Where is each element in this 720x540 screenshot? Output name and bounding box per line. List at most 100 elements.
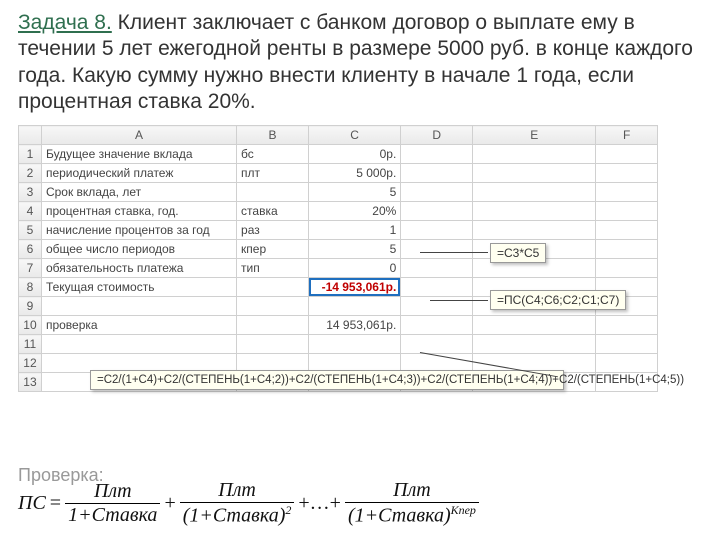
- cell-C11[interactable]: [308, 335, 400, 354]
- row-header[interactable]: 10: [19, 316, 42, 335]
- col-header-A[interactable]: A: [41, 126, 236, 145]
- formula-termN: Плт (1+Ставка)Кпер: [345, 479, 479, 528]
- cell-D4[interactable]: [401, 202, 473, 221]
- cell-D10[interactable]: [401, 316, 473, 335]
- cell-A3[interactable]: Срок вклада, лет: [41, 183, 236, 202]
- cell-C3[interactable]: 5: [308, 183, 400, 202]
- cell-D11[interactable]: [401, 335, 473, 354]
- cell-F2[interactable]: [596, 164, 658, 183]
- cell-A1[interactable]: Будущее значение вклада: [41, 145, 236, 164]
- formula-term1: Плт 1+Ставка: [65, 480, 160, 527]
- cell-B8[interactable]: [237, 278, 309, 297]
- cell-A11[interactable]: [41, 335, 236, 354]
- col-header-F[interactable]: F: [596, 126, 658, 145]
- row-header[interactable]: 5: [19, 221, 42, 240]
- cell-B10[interactable]: [237, 316, 309, 335]
- cell-B7[interactable]: тип: [237, 259, 309, 278]
- formula-lhs: ПС: [18, 492, 46, 515]
- row-header[interactable]: 7: [19, 259, 42, 278]
- table-row: 10проверка 14 953,061р.: [19, 316, 658, 335]
- cell-C1[interactable]: 0р.: [308, 145, 400, 164]
- spreadsheet: A B C D E F 1Будущее значение вкладабс0р…: [18, 125, 658, 392]
- cell-C6[interactable]: 5: [308, 240, 400, 259]
- table-row: 7обязательность платежатип0: [19, 259, 658, 278]
- cell-A5[interactable]: начисление процентов за год: [41, 221, 236, 240]
- cell-F11[interactable]: [596, 335, 658, 354]
- excel-grid[interactable]: A B C D E F 1Будущее значение вкладабс0р…: [18, 125, 658, 392]
- table-row: 5начисление процентов за годраз1: [19, 221, 658, 240]
- cell-F1[interactable]: [596, 145, 658, 164]
- row-header[interactable]: 8: [19, 278, 42, 297]
- table-row: 2периодический платежплт5 000р.: [19, 164, 658, 183]
- cell-C2[interactable]: 5 000р.: [308, 164, 400, 183]
- cell-E11[interactable]: [473, 335, 596, 354]
- cell-C7[interactable]: 0: [308, 259, 400, 278]
- cell-B3[interactable]: [237, 183, 309, 202]
- cell-D1[interactable]: [401, 145, 473, 164]
- cell-B11[interactable]: [237, 335, 309, 354]
- cell-E2[interactable]: [473, 164, 596, 183]
- formula-callout-c10: =C2/(1+C4)+C2/(СТЕПЕНЬ(1+C4;2))+C2/(СТЕП…: [90, 370, 564, 390]
- cell-F12[interactable]: [596, 354, 658, 373]
- cell-D5[interactable]: [401, 221, 473, 240]
- cell-A8[interactable]: Текущая стоимость: [41, 278, 236, 297]
- row-header[interactable]: 1: [19, 145, 42, 164]
- cell-F5[interactable]: [596, 221, 658, 240]
- col-header-B[interactable]: B: [237, 126, 309, 145]
- cell-F4[interactable]: [596, 202, 658, 221]
- task-text: Клиент заключает с банком договор о выпл…: [18, 11, 693, 113]
- cell-B4[interactable]: ставка: [237, 202, 309, 221]
- formula-term2: Плт (1+Ставка)2: [180, 479, 295, 528]
- cell-E10[interactable]: [473, 316, 596, 335]
- row-header[interactable]: 6: [19, 240, 42, 259]
- cell-E1[interactable]: [473, 145, 596, 164]
- cell-A2[interactable]: периодический платеж: [41, 164, 236, 183]
- cell-D2[interactable]: [401, 164, 473, 183]
- col-header-C[interactable]: C: [308, 126, 400, 145]
- cell-D8[interactable]: [401, 278, 473, 297]
- cell-C8[interactable]: -14 953,061р.: [308, 278, 400, 297]
- cell-A7[interactable]: обязательность платежа: [41, 259, 236, 278]
- table-row: 11: [19, 335, 658, 354]
- cell-F6[interactable]: [596, 240, 658, 259]
- cell-B5[interactable]: раз: [237, 221, 309, 240]
- pv-formula: ПС = Плт 1+Ставка + Плт (1+Ставка)2 +…+ …: [18, 479, 698, 528]
- cell-E3[interactable]: [473, 183, 596, 202]
- row-header[interactable]: 13: [19, 373, 42, 392]
- row-header[interactable]: 3: [19, 183, 42, 202]
- formula-callout-c7: =ПС(C4;C6;C2;C1;C7): [490, 290, 626, 310]
- row-header[interactable]: 2: [19, 164, 42, 183]
- cell-C5[interactable]: 1: [308, 221, 400, 240]
- table-row: 3Срок вклада, лет 5: [19, 183, 658, 202]
- row-header[interactable]: 9: [19, 297, 42, 316]
- cell-B9[interactable]: [237, 297, 309, 316]
- cell-D3[interactable]: [401, 183, 473, 202]
- cell-A10[interactable]: проверка: [41, 316, 236, 335]
- col-header-D[interactable]: D: [401, 126, 473, 145]
- row-header[interactable]: 11: [19, 335, 42, 354]
- cell-F10[interactable]: [596, 316, 658, 335]
- cell-A6[interactable]: общее число периодов: [41, 240, 236, 259]
- cell-B1[interactable]: бс: [237, 145, 309, 164]
- cell-A9[interactable]: [41, 297, 236, 316]
- cell-B6[interactable]: кпер: [237, 240, 309, 259]
- row-header[interactable]: 4: [19, 202, 42, 221]
- cell-D7[interactable]: [401, 259, 473, 278]
- table-row: 1Будущее значение вкладабс0р.: [19, 145, 658, 164]
- cell-E5[interactable]: [473, 221, 596, 240]
- corner-cell[interactable]: [19, 126, 42, 145]
- cell-A4[interactable]: процентная ставка, год.: [41, 202, 236, 221]
- col-header-E[interactable]: E: [473, 126, 596, 145]
- formula-eq: =: [50, 492, 61, 515]
- cell-B2[interactable]: плт: [237, 164, 309, 183]
- row-header[interactable]: 12: [19, 354, 42, 373]
- cell-F7[interactable]: [596, 259, 658, 278]
- cell-F3[interactable]: [596, 183, 658, 202]
- arrow-to-c7: [430, 300, 488, 301]
- cell-D6[interactable]: [401, 240, 473, 259]
- cell-E4[interactable]: [473, 202, 596, 221]
- problem-statement: Задача 8. Клиент заключает с банком дого…: [0, 0, 720, 119]
- cell-C4[interactable]: 20%: [308, 202, 400, 221]
- cell-C10[interactable]: 14 953,061р.: [308, 316, 400, 335]
- cell-C9[interactable]: [308, 297, 400, 316]
